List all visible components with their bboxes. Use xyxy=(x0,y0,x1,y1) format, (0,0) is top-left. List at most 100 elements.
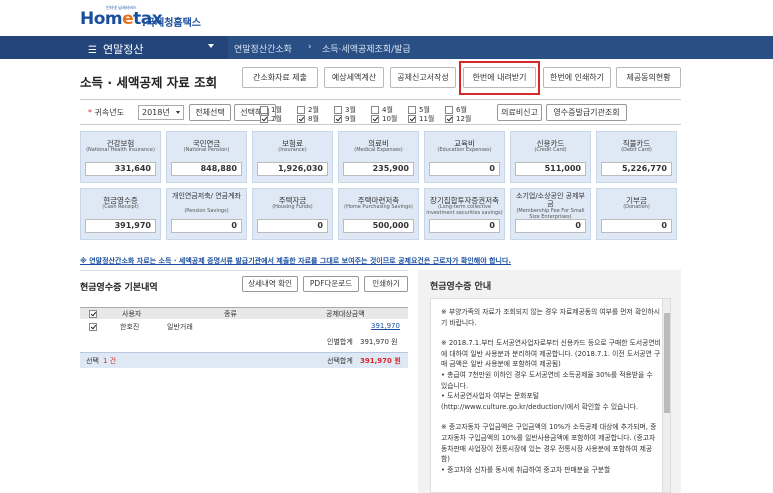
hometax-logo[interactable]: 인터넷 납세서비스 Hometax .국세청홈택스 xyxy=(80,5,220,32)
card-subtitle: (Insurance) xyxy=(278,147,307,153)
guide-text: ※ 부양가족의 자료가 조회되지 않는 경우 자료제공동의 여부를 먼저 확인하… xyxy=(441,307,661,485)
month-checkbox[interactable] xyxy=(334,115,342,123)
month-label: 11월 xyxy=(419,115,435,123)
tab-consent-status[interactable]: 제공동의현황 xyxy=(616,67,681,88)
card-value: 331,640 xyxy=(85,162,156,176)
card-value: 0 xyxy=(257,219,328,233)
month-checkbox[interactable] xyxy=(334,106,342,114)
card-subtitle: (Cash Receipt) xyxy=(102,204,139,210)
nav-dropdown-icon[interactable] xyxy=(208,44,214,48)
card-subtitle: (Long-term collective investment securit… xyxy=(426,204,503,216)
row-checkbox[interactable] xyxy=(89,323,97,331)
deduction-card[interactable]: 개인연금저축/ 연금계좌 (Pension Savings) 0 xyxy=(166,188,247,240)
tab-deduction-form[interactable]: 공제신고서작성 xyxy=(390,67,456,88)
selected-label: 선택 xyxy=(86,357,99,365)
row-user: 한호진 xyxy=(120,323,140,331)
card-subtitle: (Debit Card) xyxy=(621,147,652,153)
month-label: 9월 xyxy=(345,115,356,123)
row-amount[interactable]: 391,970 xyxy=(371,322,400,330)
month-checkbox[interactable] xyxy=(371,106,379,114)
receipt-issuer-button[interactable]: 영수증발급기관조회 xyxy=(546,104,627,121)
month-checkbox[interactable] xyxy=(297,106,305,114)
top-navbar: ☰ 연말정산 연말정산간소화 › 소득·세액공제조회/발급 xyxy=(0,36,773,59)
deduction-card[interactable]: 현금영수증 (Cash Receipt) 391,970 xyxy=(80,188,161,240)
selected-count: 1 건 xyxy=(103,357,117,365)
card-subtitle: (National Pension) xyxy=(183,147,230,153)
scroll-thumb[interactable] xyxy=(664,313,670,413)
card-subtitle: (Education Expenses) xyxy=(437,147,492,153)
month-checkbox[interactable] xyxy=(408,115,416,123)
deduction-card[interactable]: 주택마련저축 (Home Purchasing Savings) 500,000 xyxy=(338,188,419,240)
person-total-row: 인별합계 391,970 원 xyxy=(80,336,408,348)
deduction-card[interactable]: 소기업/소상공인 공제부금 (Membership Fee For Small S… xyxy=(510,188,591,240)
card-value: 0 xyxy=(429,219,500,233)
medical-report-button[interactable]: 의료비신고 xyxy=(497,104,542,121)
month-checkbox[interactable] xyxy=(260,106,268,114)
month-label: 8월 xyxy=(308,115,319,123)
month-checkbox[interactable] xyxy=(371,115,379,123)
tab-print-all[interactable]: 한번에 인쇄하기 xyxy=(543,67,611,88)
breadcrumb-1[interactable]: 연말정산간소화 xyxy=(234,42,292,55)
breadcrumb-2[interactable]: 소득·세액공제조회/발급 xyxy=(322,42,411,55)
pdf-download-button[interactable]: PDF다운로드 xyxy=(303,276,359,292)
print-button[interactable]: 인쇄하기 xyxy=(364,276,408,292)
hamburger-icon[interactable]: ☰ xyxy=(88,45,97,56)
header-amount: 공제대상금액 xyxy=(326,310,365,318)
detail-view-button[interactable]: 상세내역 확인 xyxy=(242,276,298,292)
left-section-title: 현금영수증 기본내역 xyxy=(80,283,158,293)
deduction-card[interactable]: 직불카드 (Debit Card) 5,226,770 xyxy=(596,131,677,183)
tab-submit-simplified[interactable]: 간소화자료 제출 xyxy=(242,67,318,88)
card-subtitle: (Donation) xyxy=(623,204,650,210)
selected-total-value: 391,970 원 xyxy=(360,357,401,365)
card-subtitle: (National Health Insurance) xyxy=(86,147,155,153)
guide-box: ※ 부양가족의 자료가 조회되지 않는 경우 자료제공동의 여부를 먼저 확인하… xyxy=(430,298,671,493)
select-all-button[interactable]: 전체선택 xyxy=(189,104,231,121)
card-value: 235,900 xyxy=(343,162,414,176)
card-value: 5,226,770 xyxy=(601,162,672,176)
month-checkbox[interactable] xyxy=(297,115,305,123)
guide-para-3: ※ 중고자동차 구입금액은 구입금액의 10%가 소득공제 대상에 추가되며, … xyxy=(441,423,657,474)
month-checkbox[interactable] xyxy=(445,106,453,114)
deduction-card[interactable]: 건강보험 (National Health Insurance) 331,640 xyxy=(80,131,161,183)
nav-menu-block[interactable]: ☰ 연말정산 xyxy=(0,36,228,59)
month-checkbox[interactable] xyxy=(445,115,453,123)
selected-total-label: 선택합계 xyxy=(327,357,353,365)
guide-scrollbar[interactable] xyxy=(662,299,670,492)
card-value: 391,970 xyxy=(85,219,156,233)
month-checkbox[interactable] xyxy=(408,106,416,114)
deduction-card[interactable]: 장기집합투자증권저축 (Long-term collective investme… xyxy=(424,188,505,240)
header-checkbox[interactable] xyxy=(89,310,97,318)
card-title: 소기업/소상공인 공제부금 xyxy=(516,192,585,208)
deduction-card[interactable]: 교육비 (Education Expenses) 0 xyxy=(424,131,505,183)
deduction-card[interactable]: 신용카드 (Credit Card) 511,000 xyxy=(510,131,591,183)
deduction-card[interactable]: 주택자금 (Housing Funds) 0 xyxy=(252,188,333,240)
tab-estimated-tax[interactable]: 예상세액계산 xyxy=(324,67,384,88)
month-label: 12월 xyxy=(456,115,472,123)
month-label: 10월 xyxy=(382,115,398,123)
card-subtitle: (Pension Savings) xyxy=(184,208,229,214)
card-value: 511,000 xyxy=(515,162,586,176)
card-value: 1,926,030 xyxy=(257,162,328,176)
month-checkbox[interactable] xyxy=(260,115,268,123)
deduction-card[interactable]: 의료비 (Medical Expenses) 235,900 xyxy=(338,131,419,183)
page-title: 소득 · 세액공제 자료 조회 xyxy=(80,75,218,90)
table-header: 사용자 종류 공제대상금액 xyxy=(80,307,408,319)
card-title: 개인연금저축/ 연금계좌 xyxy=(172,192,241,200)
card-subtitle: (Medical Expenses) xyxy=(354,147,403,153)
deduction-card[interactable]: 보험료 (Insurance) 1,926,030 xyxy=(252,131,333,183)
guide-para-2: ※ 2018.7.1.부터 도서공연사업자로부터 신용카드 등으로 구매한 도서… xyxy=(441,339,661,411)
deduction-card[interactable]: 기부금 (Donation) 0 xyxy=(596,188,677,240)
breadcrumb-separator-icon: › xyxy=(308,42,312,52)
deduction-card[interactable]: 국민연금 (National Pension) 848,880 xyxy=(166,131,247,183)
card-value: 0 xyxy=(429,162,500,176)
deselect-button[interactable]: 선택해제 xyxy=(234,104,276,121)
card-value: 848,880 xyxy=(171,162,242,176)
year-select[interactable]: 2018년 xyxy=(138,105,184,120)
nav-menu[interactable]: ☰ 연말정산 xyxy=(88,41,143,57)
selected-total-row: 선택 1 건 선택합계 391,970 원 xyxy=(80,352,408,368)
header-user: 사용자 xyxy=(122,310,142,318)
person-total-value: 391,970 원 xyxy=(360,338,398,346)
guide-para-1: ※ 부양가족의 자료가 조회되지 않는 경우 자료제공동의 여부를 먼저 확인하… xyxy=(441,308,660,327)
table-row[interactable]: 한호진 일반거래 391,970 xyxy=(80,321,408,333)
card-subtitle: (Home Purchasing Savings) xyxy=(344,204,413,210)
